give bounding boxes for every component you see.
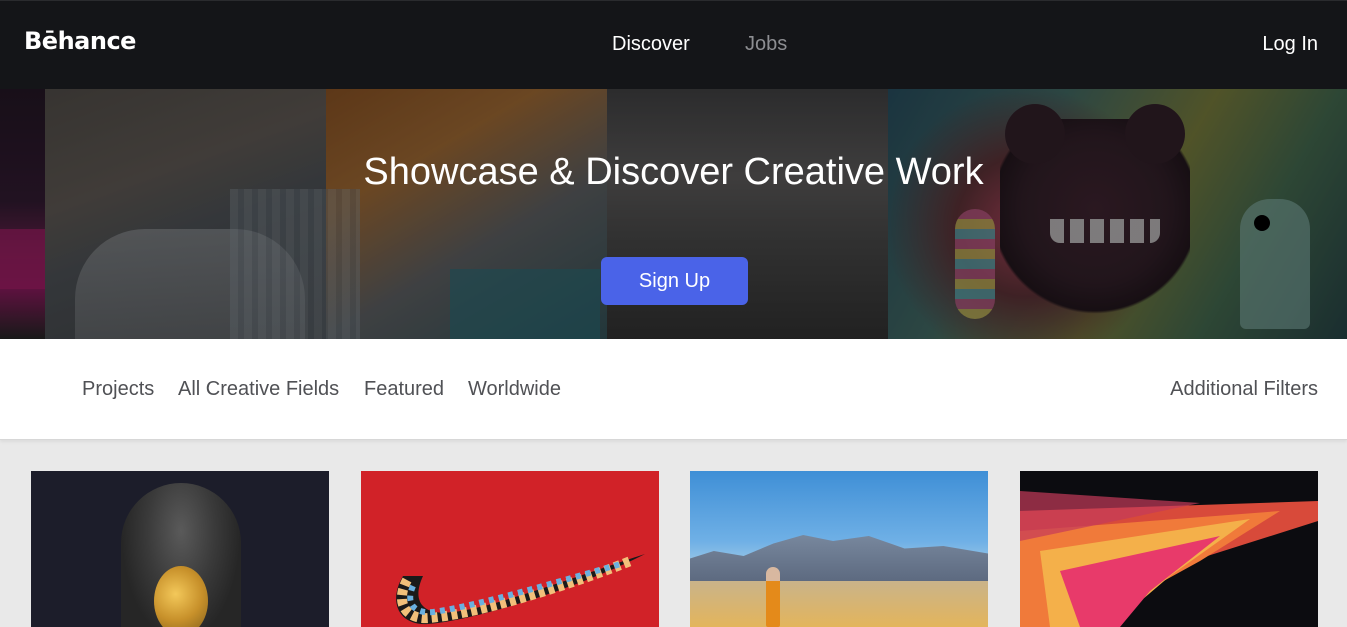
project-card[interactable] <box>31 471 329 627</box>
project-thumbnail-art <box>766 567 780 627</box>
hero-decor <box>1254 215 1270 231</box>
splash-artwork <box>1020 491 1318 627</box>
nav-discover-link[interactable]: Discover <box>612 33 690 56</box>
login-link[interactable]: Log In <box>1262 33 1318 56</box>
filter-worldwide[interactable]: Worldwide <box>468 378 561 401</box>
project-card[interactable] <box>690 471 988 627</box>
filter-projects[interactable]: Projects <box>82 378 154 401</box>
filter-creative-fields[interactable]: All Creative Fields <box>178 378 339 401</box>
project-thumbnail-art <box>690 535 988 581</box>
filter-bar: Projects All Creative Fields Featured Wo… <box>0 339 1347 440</box>
filter-featured[interactable]: Featured <box>364 378 444 401</box>
sign-up-button[interactable]: Sign Up <box>601 257 748 305</box>
project-card[interactable] <box>1020 471 1318 627</box>
project-card[interactable] <box>361 471 659 627</box>
nav-jobs-link[interactable]: Jobs <box>745 33 787 56</box>
top-navigation-bar: Bēhance Discover Jobs Log In <box>0 0 1347 89</box>
project-thumbnail-art <box>154 566 208 627</box>
additional-filters-button[interactable]: Additional Filters <box>1170 378 1318 401</box>
behance-logo[interactable]: Bēhance <box>24 27 136 55</box>
hero-title: Showcase & Discover Creative Work <box>363 151 984 193</box>
swoosh-artwork <box>396 554 645 625</box>
hero-banner: Showcase & Discover Creative Work Sign U… <box>0 89 1347 339</box>
